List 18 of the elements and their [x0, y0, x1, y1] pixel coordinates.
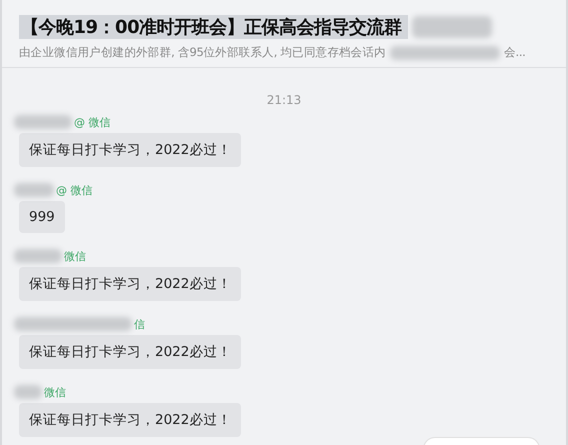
- sender-source: @ 微信: [74, 114, 110, 130]
- blurred-name: [14, 115, 72, 129]
- blurred-name: [14, 385, 42, 399]
- message-bubble: 保证每日打卡学习，2022必过！: [19, 133, 242, 167]
- message-bubble: 保证每日打卡学习，2022必过！: [19, 335, 242, 369]
- message-bubble: 999: [19, 201, 65, 233]
- description-ending: 会...: [504, 45, 526, 60]
- group-title: 【今晚19：00准时开班会】正保高会指导交流群: [19, 15, 408, 39]
- sender-source: 微信: [44, 384, 66, 400]
- message-bubble: 保证每日打卡学习，2022必过！: [19, 267, 242, 301]
- group-description: 由企业微信用户创建的外部群, 含95位外部联系人, 均已同意存档会话内: [19, 45, 386, 60]
- blurred-name: [14, 183, 54, 197]
- sender-source: 信: [134, 316, 145, 332]
- sender-source: 微信: [64, 248, 86, 264]
- message-bubble: 保证每日打卡学习，2022必过！: [19, 403, 242, 437]
- blurred-name: [14, 249, 62, 263]
- timestamp: 21:13: [266, 93, 302, 107]
- sender-source: @ 微信: [56, 182, 92, 198]
